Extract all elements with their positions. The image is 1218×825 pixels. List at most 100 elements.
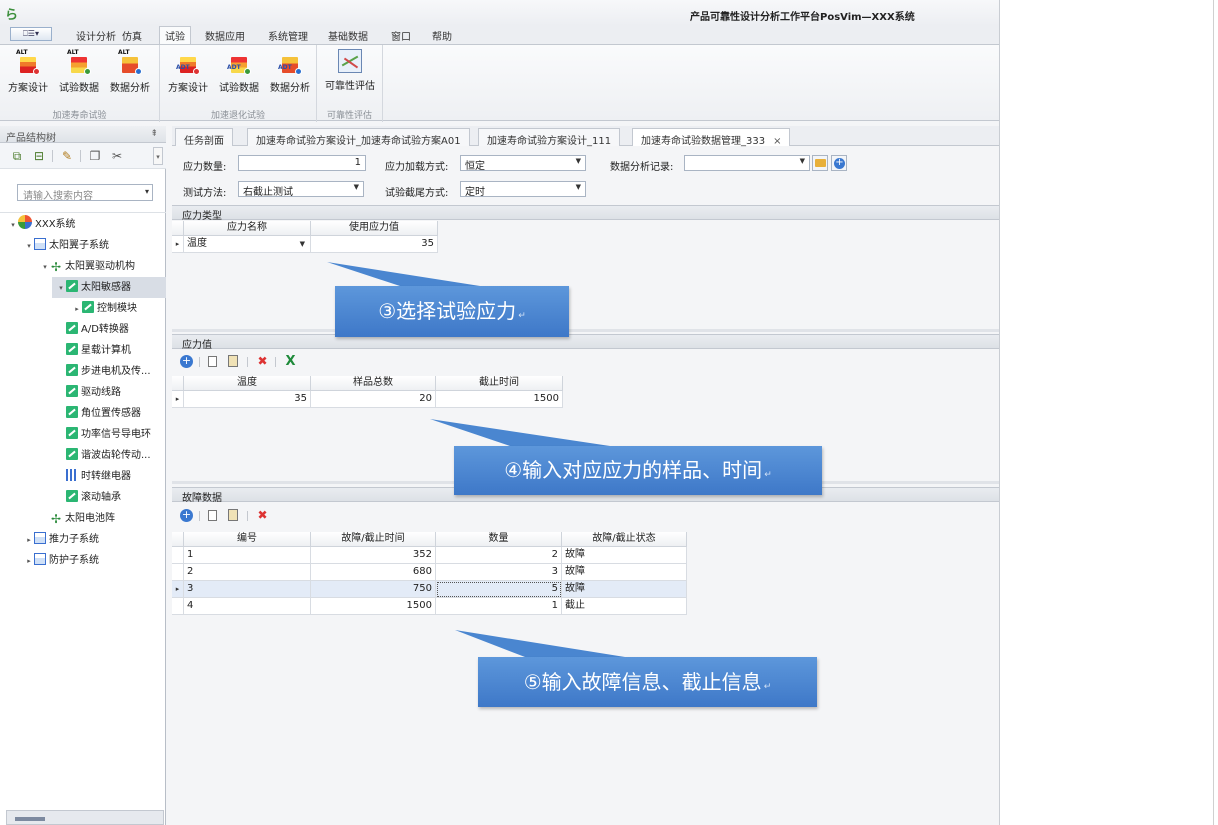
cut-icon[interactable]: ✂ <box>110 149 124 163</box>
paste-icon[interactable] <box>228 509 238 521</box>
use-stress-value-cell[interactable]: 35 <box>311 236 438 253</box>
app-menu-button[interactable]: ⎕☰▾ <box>10 27 52 41</box>
edit-icon[interactable]: ✎ <box>60 149 74 163</box>
expand-arrow-icon[interactable]: ▾ <box>24 236 34 257</box>
failure-time-cell[interactable]: 352 <box>311 547 436 564</box>
chevron-down-icon[interactable]: ▾ <box>145 187 149 196</box>
adt-test-data-button[interactable]: ADT 试验数据 <box>216 49 262 94</box>
add-row-icon[interactable]: + <box>180 355 193 368</box>
tree-node[interactable]: 功率信号导电环 <box>0 424 166 445</box>
tree-node[interactable]: 步进电机及传... <box>0 361 166 382</box>
analysis-record-select[interactable]: ▼ <box>684 155 810 171</box>
tree-node[interactable]: ▸ 推力子系统 <box>0 529 166 550</box>
collapse-arrow-icon[interactable]: ▸ <box>24 530 34 551</box>
tree-node[interactable]: ▾ 太阳敏感器 <box>52 277 166 298</box>
tree-node[interactable]: ✢ 太阳电池阵 <box>0 508 166 529</box>
menu-tab-base-data[interactable]: 基础数据 <box>328 28 368 43</box>
menu-tab-test[interactable]: 试验 <box>159 26 191 45</box>
expand-arrow-icon[interactable]: ▾ <box>40 257 50 278</box>
panel-minimized-bar[interactable] <box>6 810 164 825</box>
tree-node[interactable]: 驱动线路 <box>0 382 166 403</box>
reliability-eval-button[interactable]: 可靠性评估 <box>322 49 378 92</box>
add-row-icon[interactable]: + <box>180 509 193 522</box>
tree-node[interactable]: A/D转换器 <box>0 319 166 340</box>
failure-qty-cell[interactable]: 5 <box>436 581 562 598</box>
tree-node[interactable]: ▾ XXX系统 <box>0 214 166 235</box>
document-tab[interactable]: 加速寿命试验数据管理_333 × <box>632 128 791 147</box>
failure-status-cell[interactable]: 截止 <box>562 598 687 615</box>
add-sibling-icon[interactable]: ⧉ <box>10 149 24 163</box>
tree-node[interactable]: 时转继电器 <box>0 466 166 487</box>
adt-plan-design-button[interactable]: ADT 方案设计 <box>165 49 211 94</box>
collapse-arrow-icon[interactable]: ▸ <box>24 551 34 572</box>
copy-icon[interactable]: ❐ <box>88 149 102 163</box>
failure-status-cell[interactable]: 故障 <box>562 547 687 564</box>
test-method-select[interactable]: 右截止测试 ▼ <box>238 181 364 198</box>
failure-time-cell[interactable]: 750 <box>311 581 436 598</box>
menu-tab-data-app[interactable]: 数据应用 <box>205 28 245 43</box>
failure-time-cell[interactable]: 680 <box>311 564 436 581</box>
stress-name-select[interactable]: 温度 ▼ <box>184 236 311 253</box>
open-folder-button[interactable] <box>812 155 828 171</box>
sample-count-cell[interactable]: 20 <box>311 391 436 408</box>
column-header[interactable]: 故障/截止时间 <box>311 532 436 547</box>
excel-icon[interactable]: X <box>284 355 297 368</box>
alt-data-analysis-button[interactable]: ALT 数据分析 <box>107 49 153 94</box>
column-header[interactable]: 样品总数 <box>311 376 436 391</box>
menu-tab-help[interactable]: 帮助 <box>432 28 452 43</box>
stress-count-input[interactable]: 1 <box>238 155 366 171</box>
column-header[interactable]: 应力名称 <box>184 221 311 236</box>
menu-tab-system[interactable]: 系统管理 <box>268 28 308 43</box>
menu-tab-design[interactable]: 设计分析 <box>76 28 116 43</box>
temperature-cell[interactable]: 35 <box>184 391 311 408</box>
column-header[interactable]: 编号 <box>184 532 311 547</box>
censor-method-select[interactable]: 定时 ▼ <box>460 181 586 198</box>
add-child-icon[interactable]: ⊟ <box>32 149 46 163</box>
failure-qty-cell[interactable]: 1 <box>436 598 562 615</box>
tree-node[interactable]: ▾ ✢ 太阳翼驱动机构 <box>0 256 166 277</box>
failure-time-cell[interactable]: 1500 <box>311 598 436 615</box>
document-tab[interactable]: 任务剖面 <box>175 128 233 147</box>
column-header[interactable]: 使用应力值 <box>311 221 438 236</box>
pin-icon[interactable]: ⇞ <box>150 129 158 139</box>
expand-arrow-icon[interactable]: ▾ <box>8 215 18 236</box>
document-tab[interactable]: 加速寿命试验方案设计_加速寿命试验方案A01 <box>247 128 470 147</box>
failure-status-cell[interactable]: 故障 <box>562 581 687 598</box>
tree-node[interactable]: 滚动轴承 <box>0 487 166 508</box>
failure-id-cell[interactable]: 1 <box>184 547 311 564</box>
failure-status-cell[interactable]: 故障 <box>562 564 687 581</box>
close-icon[interactable]: × <box>773 136 781 147</box>
document-tab[interactable]: 加速寿命试验方案设计_111 <box>478 128 621 147</box>
tree-node[interactable]: 谐波齿轮传动... <box>0 445 166 466</box>
tree-node[interactable]: ▸ 防护子系统 <box>0 550 166 571</box>
failure-qty-cell[interactable]: 2 <box>436 547 562 564</box>
adt-data-analysis-button[interactable]: ADT 数据分析 <box>267 49 313 94</box>
menu-tab-window[interactable]: 窗口 <box>391 28 411 43</box>
tree-node[interactable]: ▾ 太阳翼子系统 <box>0 235 166 256</box>
tree-node[interactable]: 星载计算机 <box>0 340 166 361</box>
tree-search-input[interactable]: 请输入搜索内容 ▾ <box>17 184 153 202</box>
add-record-button[interactable]: + <box>831 155 847 171</box>
collapse-arrow-icon[interactable]: ▸ <box>72 299 82 320</box>
tree-node[interactable]: ▸ 控制模块 <box>0 298 166 319</box>
menu-tab-simulation[interactable]: 仿真 <box>122 28 142 43</box>
toolbar-scroll-down-icon[interactable]: ▾ <box>153 147 163 165</box>
expand-arrow-icon[interactable]: ▾ <box>56 278 66 299</box>
column-header[interactable]: 温度 <box>184 376 311 391</box>
column-header[interactable]: 数量 <box>436 532 562 547</box>
alt-test-data-button[interactable]: ALT 试验数据 <box>56 49 102 94</box>
delete-icon[interactable]: ✖ <box>256 509 269 522</box>
tree-node[interactable]: 角位置传感器 <box>0 403 166 424</box>
failure-id-cell[interactable]: 4 <box>184 598 311 615</box>
cutoff-time-cell[interactable]: 1500 <box>436 391 563 408</box>
splitter[interactable] <box>172 329 999 332</box>
failure-id-cell[interactable]: 3 <box>184 581 311 598</box>
paste-icon[interactable] <box>228 355 238 367</box>
failure-id-cell[interactable]: 2 <box>184 564 311 581</box>
column-header[interactable]: 截止时间 <box>436 376 563 391</box>
column-header[interactable]: 故障/截止状态 <box>562 532 687 547</box>
failure-qty-cell[interactable]: 3 <box>436 564 562 581</box>
copy-icon[interactable] <box>208 356 217 367</box>
delete-icon[interactable]: ✖ <box>256 355 269 368</box>
stress-load-select[interactable]: 恒定 ▼ <box>460 155 586 172</box>
